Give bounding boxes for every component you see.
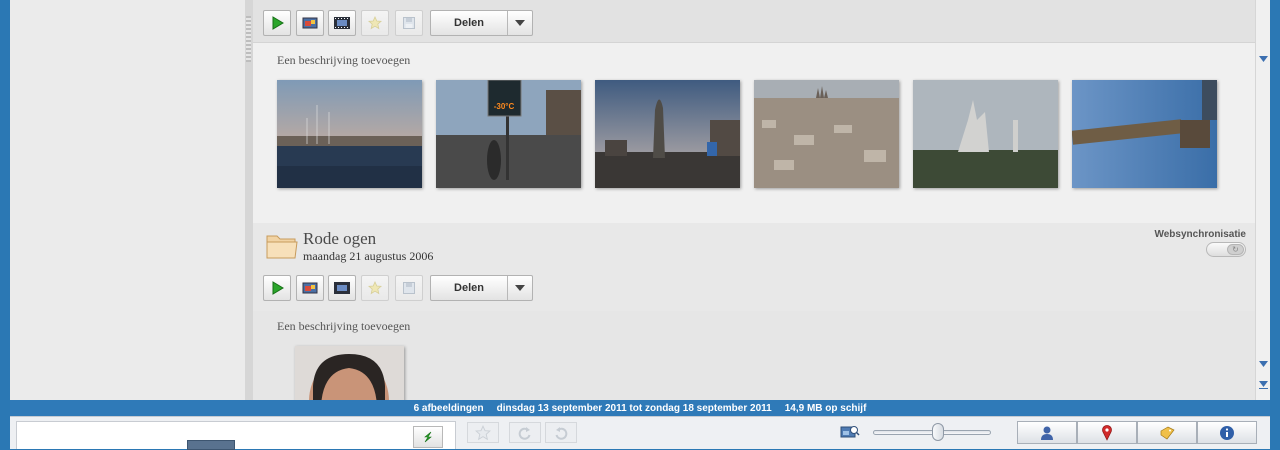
share-button[interactable]: Delen <box>430 10 533 36</box>
share-button-label: Delen <box>431 276 508 300</box>
album-date[interactable]: maandag 21 augustus 2006 <box>303 249 433 264</box>
create-movie-button[interactable] <box>328 10 356 36</box>
chevron-down-icon[interactable] <box>508 276 532 300</box>
websync-label: Websynchronisatie <box>1154 229 1246 240</box>
info-icon <box>1220 425 1234 440</box>
album-contents: Een beschrijving toevoegen <box>253 43 1255 223</box>
websync-toggle[interactable]: ↻ <box>1206 242 1246 257</box>
album-toolbar: Delen <box>253 0 1255 43</box>
album-toolbar: Delen <box>253 269 1255 312</box>
save-button[interactable] <box>395 275 423 301</box>
share-button[interactable]: Delen <box>430 275 533 301</box>
tags-button[interactable] <box>1137 421 1197 444</box>
album-title[interactable]: Rode ogen <box>303 229 376 249</box>
thermometer-display: -30°C <box>494 102 515 111</box>
photo-thumbnail[interactable] <box>295 346 404 400</box>
save-icon <box>403 282 415 294</box>
image-count: 6 afbeeldingen <box>413 402 484 414</box>
folder-list-pane[interactable] <box>10 0 245 400</box>
zoom-slider-thumb[interactable] <box>932 423 944 441</box>
green-arrow-icon <box>424 431 432 443</box>
play-icon <box>272 281 284 295</box>
star-button[interactable] <box>361 275 389 301</box>
tag-icon <box>1160 426 1175 439</box>
map-pin-icon <box>1102 424 1112 441</box>
zoom-icon[interactable] <box>840 425 860 439</box>
rotate-right-icon <box>555 426 568 440</box>
pane-splitter[interactable] <box>245 0 253 400</box>
scroll-to-end-icon[interactable] <box>1256 378 1271 392</box>
photo-thumbnail[interactable] <box>277 80 422 188</box>
scroll-down-icon[interactable] <box>1256 357 1271 371</box>
photo-thumbnail[interactable]: -30°C <box>436 80 581 188</box>
chevron-down-icon[interactable] <box>508 11 532 35</box>
photo-thumbnail[interactable] <box>1072 80 1217 188</box>
photo-thumbnail[interactable] <box>913 80 1058 188</box>
photo-thumbnail[interactable] <box>754 80 899 188</box>
add-picture-icon <box>302 17 318 29</box>
rotate-left-icon <box>518 426 531 440</box>
status-bar: 6 afbeeldingen dinsdag 13 september 2011… <box>10 400 1270 416</box>
rotate-left-button[interactable] <box>509 422 541 443</box>
star-icon <box>368 281 382 295</box>
bottom-toolbar <box>10 416 1270 450</box>
photo-thumbnail[interactable] <box>595 80 740 188</box>
description-placeholder[interactable]: Een beschrijving toevoegen <box>277 53 410 68</box>
scroll-down-icon[interactable] <box>1256 52 1271 66</box>
window-border <box>1270 0 1280 448</box>
picasa-window: Delen Een beschrijving toevoegen -30°C R… <box>0 0 1280 450</box>
hold-button[interactable] <box>413 426 443 448</box>
play-slideshow-button[interactable] <box>263 10 291 36</box>
share-button-label: Delen <box>431 11 508 35</box>
disk-size: 14,9 MB op schijf <box>784 402 867 414</box>
description-placeholder[interactable]: Een beschrijving toevoegen <box>277 319 410 334</box>
filmstrip-icon <box>334 17 350 29</box>
play-slideshow-button[interactable] <box>263 275 291 301</box>
add-picture-icon <box>302 282 318 294</box>
save-button[interactable] <box>395 10 423 36</box>
create-movie-button[interactable] <box>328 275 356 301</box>
people-button[interactable] <box>1017 421 1077 444</box>
star-icon <box>475 424 491 440</box>
places-button[interactable] <box>1077 421 1137 444</box>
person-icon <box>1041 426 1053 440</box>
folder-icon <box>266 235 298 259</box>
album-header: Rode ogen maandag 21 augustus 2006 Websy… <box>253 223 1255 269</box>
add-to-collage-button[interactable] <box>296 10 324 36</box>
play-icon <box>272 16 284 30</box>
splitter-grip[interactable] <box>246 16 251 62</box>
save-icon <box>403 17 415 29</box>
star-button[interactable] <box>361 10 389 36</box>
rotate-right-button[interactable] <box>545 422 577 443</box>
filmstrip-icon <box>334 282 350 294</box>
sync-icon: ↻ <box>1227 244 1244 255</box>
properties-button[interactable] <box>1197 421 1257 444</box>
tray-thumbnail[interactable] <box>187 440 235 450</box>
add-to-collage-button[interactable] <box>296 275 324 301</box>
library-view[interactable]: Delen Een beschrijving toevoegen -30°C R… <box>253 0 1255 400</box>
date-range: dinsdag 13 september 2011 tot zondag 18 … <box>496 402 772 414</box>
album-contents: Een beschrijving toevoegen <box>253 311 1255 400</box>
star-button[interactable] <box>467 422 499 443</box>
photo-tray[interactable] <box>16 421 456 450</box>
star-icon <box>368 16 382 30</box>
vertical-scrollbar[interactable] <box>1255 0 1271 400</box>
